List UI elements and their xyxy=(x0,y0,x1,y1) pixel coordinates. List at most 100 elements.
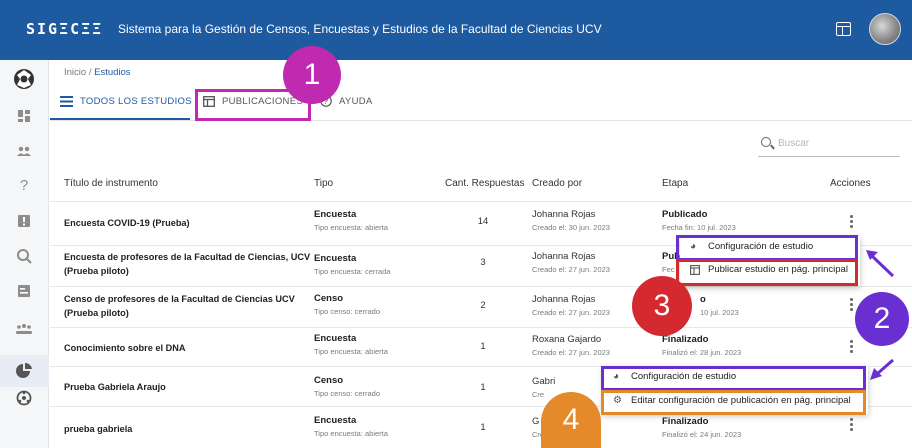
type-value: Encuesta xyxy=(314,209,357,220)
form-icon[interactable] xyxy=(13,280,35,302)
arrow-head xyxy=(866,250,878,260)
type-cell: Encuesta Tipo encuesta: abierta xyxy=(314,333,388,356)
annotation-box-edit-publication xyxy=(601,390,866,415)
stage-cell: Finalizado Finalizó el: 28 jun. 2023 xyxy=(662,334,741,357)
stage-cell: Publicado Fecha fin: 10 jul. 2023 xyxy=(662,209,736,232)
responses-count: 14 xyxy=(477,216,489,227)
created-cell: Roxana Gajardo Creado el: 27 jun. 2023 xyxy=(532,334,610,357)
users-icon[interactable] xyxy=(13,140,35,162)
type-value: Censo xyxy=(314,293,344,304)
row-actions-kebab-icon[interactable] xyxy=(848,215,854,233)
breadcrumb: Inicio / Estudios xyxy=(64,67,131,78)
groups-icon[interactable] xyxy=(13,318,35,340)
help-icon[interactable]: ? xyxy=(13,175,35,197)
row-divider xyxy=(50,327,912,328)
top-app-bar: SIGΞCΞΞ Sistema para la Gestión de Censo… xyxy=(0,0,912,60)
pie-chart-icon[interactable] xyxy=(13,360,35,382)
created-cell: Johanna Rojas Creado el: 27 jun. 2023 xyxy=(532,294,610,317)
tab-all-studies-label: TODOS LOS ESTUDIOS xyxy=(80,96,192,107)
creator-name: Gabri xyxy=(532,376,556,387)
study-title: Prueba Gabriela Araujo xyxy=(64,382,166,392)
created-cell: Johanna Rojas Creado el: 30 jun. 2023 xyxy=(532,209,610,232)
responses-count: 2 xyxy=(480,300,486,311)
arrow-line xyxy=(868,252,895,278)
breadcrumb-home[interactable]: Inicio xyxy=(64,67,86,78)
created-date: Creado el: 27 jun. 2023 xyxy=(532,348,610,357)
type-cell: Encuesta Tipo encuesta: cerrada xyxy=(314,253,390,276)
study-title: Encuesta COVID-19 (Prueba) xyxy=(64,218,190,228)
type-value: Encuesta xyxy=(314,333,357,344)
creator-name: Johanna Rojas xyxy=(532,294,596,305)
type-detail: Tipo censo: cerrado xyxy=(314,389,381,398)
report-icon[interactable] xyxy=(13,210,35,232)
stage-detail: Fecha fin: 10 jul. 2023 xyxy=(662,223,736,232)
annotation-badge-4: 4 xyxy=(541,392,601,448)
created-date: Creado el: 27 jun. 2023 xyxy=(532,308,610,317)
annotation-box-publish-home xyxy=(676,259,858,286)
row-actions-kebab-icon[interactable] xyxy=(848,418,854,436)
responses-count: 3 xyxy=(480,257,486,268)
stage-cell: o 10 jul. 2023 xyxy=(700,294,739,317)
type-cell: Encuesta Tipo encuesta: abierta xyxy=(314,415,388,438)
annotation-badge-3: 3 xyxy=(632,276,692,336)
row-divider xyxy=(50,286,912,287)
row-divider xyxy=(50,201,912,202)
stage-detail: Finalizó el: 28 jun. 2023 xyxy=(662,348,742,357)
type-cell: Encuesta Tipo encuesta: abierta xyxy=(314,209,388,232)
row-actions-kebab-icon[interactable] xyxy=(848,298,854,316)
responses-count: 1 xyxy=(480,382,486,393)
side-navigation: ? xyxy=(0,60,49,448)
creator-name: Johanna Rojas xyxy=(532,209,596,220)
search-analytics-icon[interactable] xyxy=(13,245,35,267)
created-cell: Johanna Rojas Creado el: 27 jun. 2023 xyxy=(532,251,610,274)
app-window: SIGΞCΞΞ Sistema para la Gestión de Censo… xyxy=(0,0,912,448)
study-title: prueba gabriela xyxy=(64,424,133,434)
row-actions-kebab-icon[interactable] xyxy=(848,340,854,358)
dashboard-icon[interactable] xyxy=(836,22,851,36)
annotation-box-configuration-finished xyxy=(601,366,866,391)
stage-value: o xyxy=(700,294,706,305)
annotation-badge-1: 1 xyxy=(283,46,341,104)
type-detail: Tipo censo: cerrado xyxy=(314,307,381,316)
avatar[interactable] xyxy=(869,13,901,45)
stage-detail: 10 jul. 2023 xyxy=(700,308,739,317)
creator-name: Johanna Rojas xyxy=(532,251,596,262)
arrow-line xyxy=(876,358,894,376)
study-title: Conocimiento sobre el DNA xyxy=(64,343,186,353)
type-cell: Censo Tipo censo: cerrado xyxy=(314,375,380,398)
faculty-logo-icon[interactable] xyxy=(11,66,37,92)
responses-count: 1 xyxy=(480,341,486,352)
list-icon xyxy=(60,96,73,107)
stage-value: Finalizado xyxy=(662,334,709,345)
app-logo[interactable]: SIGΞCΞΞ xyxy=(26,20,103,38)
stage-value: Finalizado xyxy=(662,416,709,427)
tab-help-label: AYUDA xyxy=(339,96,373,107)
stage-detail: Finalizó el: 24 jun. 2023 xyxy=(662,430,742,439)
app-title: Sistema para la Gestión de Censos, Encue… xyxy=(118,22,602,36)
study-title: Censo de profesores de la Facultad de Ci… xyxy=(64,294,295,318)
search-input[interactable] xyxy=(778,134,898,152)
col-type-header[interactable]: Tipo xyxy=(314,178,333,189)
col-title-header[interactable]: Título de instrumento xyxy=(64,178,158,189)
network-icon[interactable] xyxy=(13,387,35,409)
type-detail: Tipo encuesta: abierta xyxy=(314,347,388,356)
col-created-header[interactable]: Creado por xyxy=(532,178,582,189)
type-cell: Censo Tipo censo: cerrado xyxy=(314,293,380,316)
col-count-header[interactable]: Cant. Respuestas xyxy=(445,178,525,189)
stage-cell: Finalizado Finalizó el: 24 jun. 2023 xyxy=(662,416,741,439)
type-detail: Tipo encuesta: cerrada xyxy=(314,267,391,276)
breadcrumb-current[interactable]: Estudios xyxy=(94,67,130,78)
type-value: Censo xyxy=(314,375,344,386)
annotation-badge-2: 2 xyxy=(855,292,909,346)
arrow-head xyxy=(870,368,882,380)
search-underline xyxy=(758,156,900,157)
search-icon xyxy=(761,137,771,147)
created-date: Creado el: 30 jun. 2023 xyxy=(532,223,610,232)
type-detail: Tipo encuesta: abierta xyxy=(314,223,388,232)
stage-value: Publicado xyxy=(662,209,708,220)
col-stage-header[interactable]: Etapa xyxy=(662,178,688,189)
annotation-box-configuration-published xyxy=(676,235,858,261)
dashboard-grid-icon[interactable] xyxy=(13,105,35,127)
type-value: Encuesta xyxy=(314,415,357,426)
created-cell: Gabri Cre xyxy=(532,376,555,399)
